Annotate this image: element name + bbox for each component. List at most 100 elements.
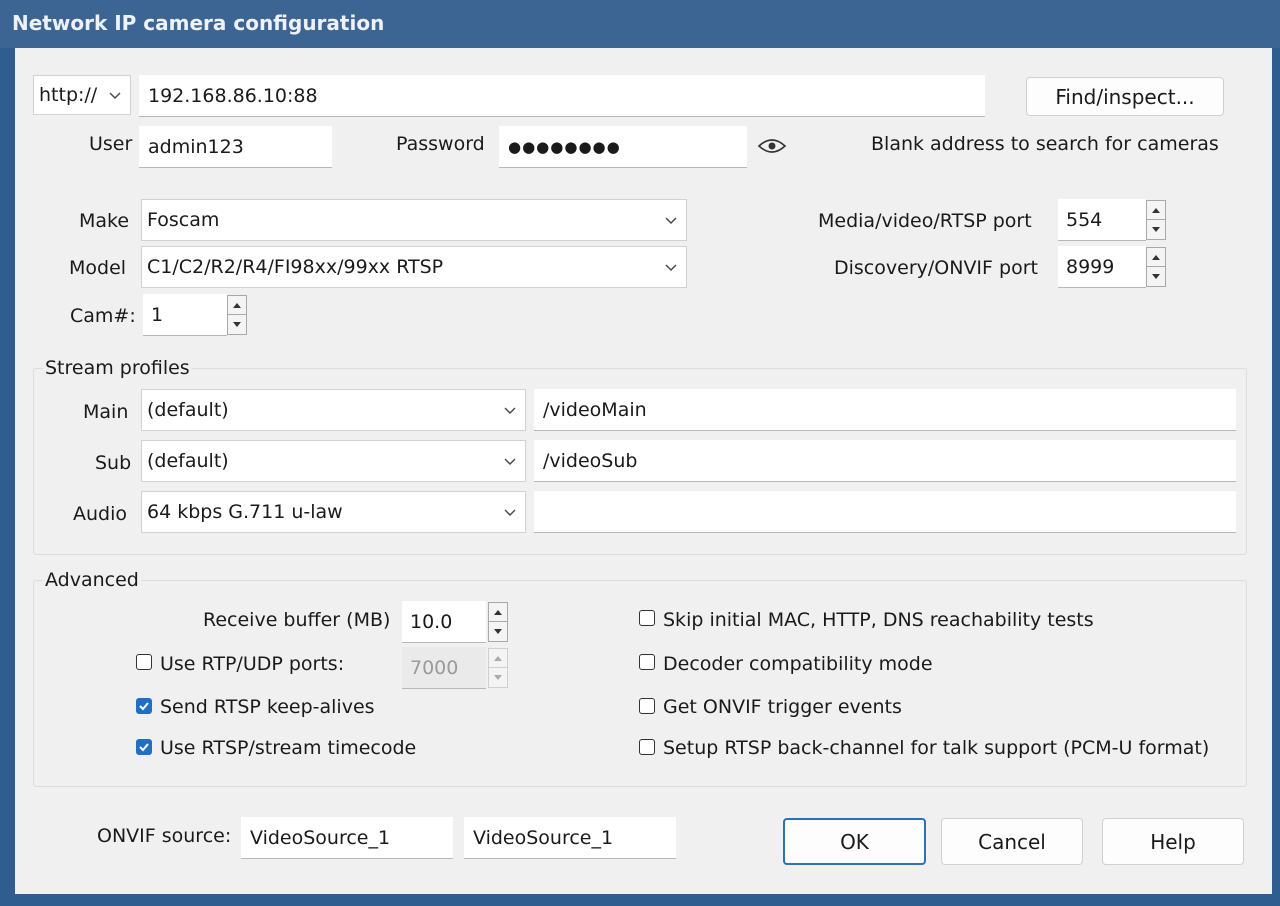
- spin-down-icon[interactable]: [1147, 267, 1165, 286]
- audio-path-input[interactable]: [534, 491, 1236, 533]
- spin-up-icon[interactable]: [489, 603, 507, 622]
- discovery-port-spinner[interactable]: [1146, 247, 1166, 287]
- discovery-port-value: 8999: [1066, 255, 1115, 278]
- make-select[interactable]: Foscam: [141, 199, 687, 241]
- audio-label: Audio: [73, 503, 128, 525]
- cam-number-spinner[interactable]: [227, 295, 247, 335]
- eye-icon[interactable]: [757, 136, 787, 156]
- keepalive-checkbox[interactable]: [136, 698, 152, 714]
- onvif-events-checkbox[interactable]: [639, 698, 655, 714]
- rtp-udp-port-spinner: [488, 648, 508, 688]
- chevron-down-icon: [504, 407, 516, 414]
- audio-profile-select[interactable]: 64 kbps G.711 u-law: [141, 491, 526, 533]
- cam-number-value: 1: [151, 303, 164, 326]
- find-inspect-label: Find/inspect...: [1055, 84, 1195, 109]
- password-label: Password: [396, 133, 485, 155]
- chevron-down-icon: [665, 264, 677, 271]
- spin-down-icon[interactable]: [489, 622, 507, 641]
- search-hint: Blank address to search for cameras: [871, 133, 1219, 155]
- skip-tests-checkbox[interactable]: [639, 610, 655, 626]
- receive-buffer-value: 10.0: [410, 610, 453, 633]
- window-title: Network IP camera configuration: [12, 11, 385, 35]
- dialog-body: http:// 192.168.86.10:88 Find/inspect...…: [15, 48, 1272, 894]
- user-value: admin123: [148, 135, 244, 158]
- ok-button[interactable]: OK: [783, 818, 926, 865]
- receive-buffer-label: Receive buffer (MB): [203, 609, 391, 631]
- onvif-source-2-value: VideoSource_1: [473, 826, 614, 849]
- spin-up-icon[interactable]: [1147, 248, 1165, 267]
- model-select[interactable]: C1/C2/R2/R4/FI98xx/99xx RTSP: [141, 246, 687, 288]
- cam-number-input[interactable]: 1: [143, 294, 227, 336]
- media-port-value: 554: [1066, 208, 1103, 231]
- user-label: User: [89, 133, 133, 155]
- spin-down-icon[interactable]: [1147, 220, 1165, 239]
- rtp-udp-checkbox[interactable]: [136, 654, 152, 670]
- scheme-value: http://: [39, 84, 98, 106]
- advanced-title: Advanced: [43, 568, 141, 592]
- decoder-compat-checkbox[interactable]: [639, 654, 655, 670]
- model-label: Model: [69, 257, 127, 279]
- spin-down-icon[interactable]: [228, 315, 246, 334]
- audio-profile-value: 64 kbps G.711 u-law: [147, 501, 343, 523]
- model-value: C1/C2/R2/R4/FI98xx/99xx RTSP: [147, 256, 444, 278]
- media-port-label: Media/video/RTSP port: [818, 210, 1032, 232]
- find-inspect-button[interactable]: Find/inspect...: [1026, 77, 1224, 116]
- make-label: Make: [79, 210, 130, 232]
- chevron-down-icon: [504, 458, 516, 465]
- sub-profile-select[interactable]: (default): [141, 440, 526, 482]
- make-value: Foscam: [147, 209, 220, 231]
- rtp-udp-label: Use RTP/UDP ports:: [160, 653, 345, 675]
- rtp-udp-port-input: 7000: [402, 647, 486, 689]
- onvif-source-2-input[interactable]: VideoSource_1: [464, 817, 676, 859]
- password-mask: ●●●●●●●●: [508, 137, 621, 156]
- chevron-down-icon: [109, 92, 121, 99]
- backchannel-checkbox[interactable]: [639, 739, 655, 755]
- discovery-port-input[interactable]: 8999: [1058, 246, 1146, 288]
- sub-path-value: /videoSub: [543, 449, 638, 472]
- user-input[interactable]: admin123: [139, 126, 332, 168]
- cancel-label: Cancel: [978, 829, 1046, 854]
- sub-label: Sub: [95, 452, 132, 474]
- address-value: 192.168.86.10:88: [148, 84, 318, 107]
- main-path-value: /videoMain: [543, 398, 647, 421]
- onvif-source-label: ONVIF source:: [97, 825, 232, 847]
- decoder-compat-label: Decoder compatibility mode: [663, 653, 933, 675]
- checkmark-icon: [139, 702, 149, 711]
- main-path-input[interactable]: /videoMain: [534, 389, 1236, 431]
- cam-number-label: Cam#:: [70, 305, 136, 327]
- media-port-input[interactable]: 554: [1058, 199, 1146, 241]
- discovery-port-label: Discovery/ONVIF port: [834, 257, 1038, 279]
- keepalive-label: Send RTSP keep-alives: [160, 696, 375, 718]
- ok-label: OK: [840, 829, 869, 854]
- backchannel-label: Setup RTSP back-channel for talk support…: [663, 737, 1210, 759]
- onvif-events-label: Get ONVIF trigger events: [663, 696, 902, 718]
- sub-path-input[interactable]: /videoSub: [534, 440, 1236, 482]
- checkmark-icon: [139, 743, 149, 752]
- skip-tests-label: Skip initial MAC, HTTP, DNS reachability…: [663, 609, 1094, 631]
- main-profile-select[interactable]: (default): [141, 389, 526, 431]
- main-profile-value: (default): [147, 399, 229, 421]
- spin-up-icon[interactable]: [228, 296, 246, 315]
- receive-buffer-spinner[interactable]: [488, 602, 508, 642]
- password-input[interactable]: ●●●●●●●●: [499, 126, 747, 168]
- spin-up-icon[interactable]: [1147, 201, 1165, 220]
- onvif-source-1-value: VideoSource_1: [250, 826, 391, 849]
- help-label: Help: [1150, 829, 1196, 854]
- spin-up-icon: [489, 649, 507, 668]
- spin-down-icon: [489, 668, 507, 687]
- scheme-select[interactable]: http://: [33, 75, 131, 115]
- sub-profile-value: (default): [147, 450, 229, 472]
- onvif-source-1-input[interactable]: VideoSource_1: [241, 817, 453, 859]
- title-bar[interactable]: Network IP camera configuration: [0, 0, 1280, 48]
- receive-buffer-input[interactable]: 10.0: [402, 601, 486, 643]
- help-button[interactable]: Help: [1102, 818, 1244, 865]
- timecode-label: Use RTSP/stream timecode: [160, 737, 417, 759]
- stream-profiles-title: Stream profiles: [43, 356, 192, 380]
- rtp-udp-port-value: 7000: [410, 656, 459, 679]
- timecode-checkbox[interactable]: [136, 739, 152, 755]
- chevron-down-icon: [665, 217, 677, 224]
- chevron-down-icon: [504, 509, 516, 516]
- media-port-spinner[interactable]: [1146, 200, 1166, 240]
- cancel-button[interactable]: Cancel: [941, 818, 1083, 865]
- address-input[interactable]: 192.168.86.10:88: [139, 75, 985, 117]
